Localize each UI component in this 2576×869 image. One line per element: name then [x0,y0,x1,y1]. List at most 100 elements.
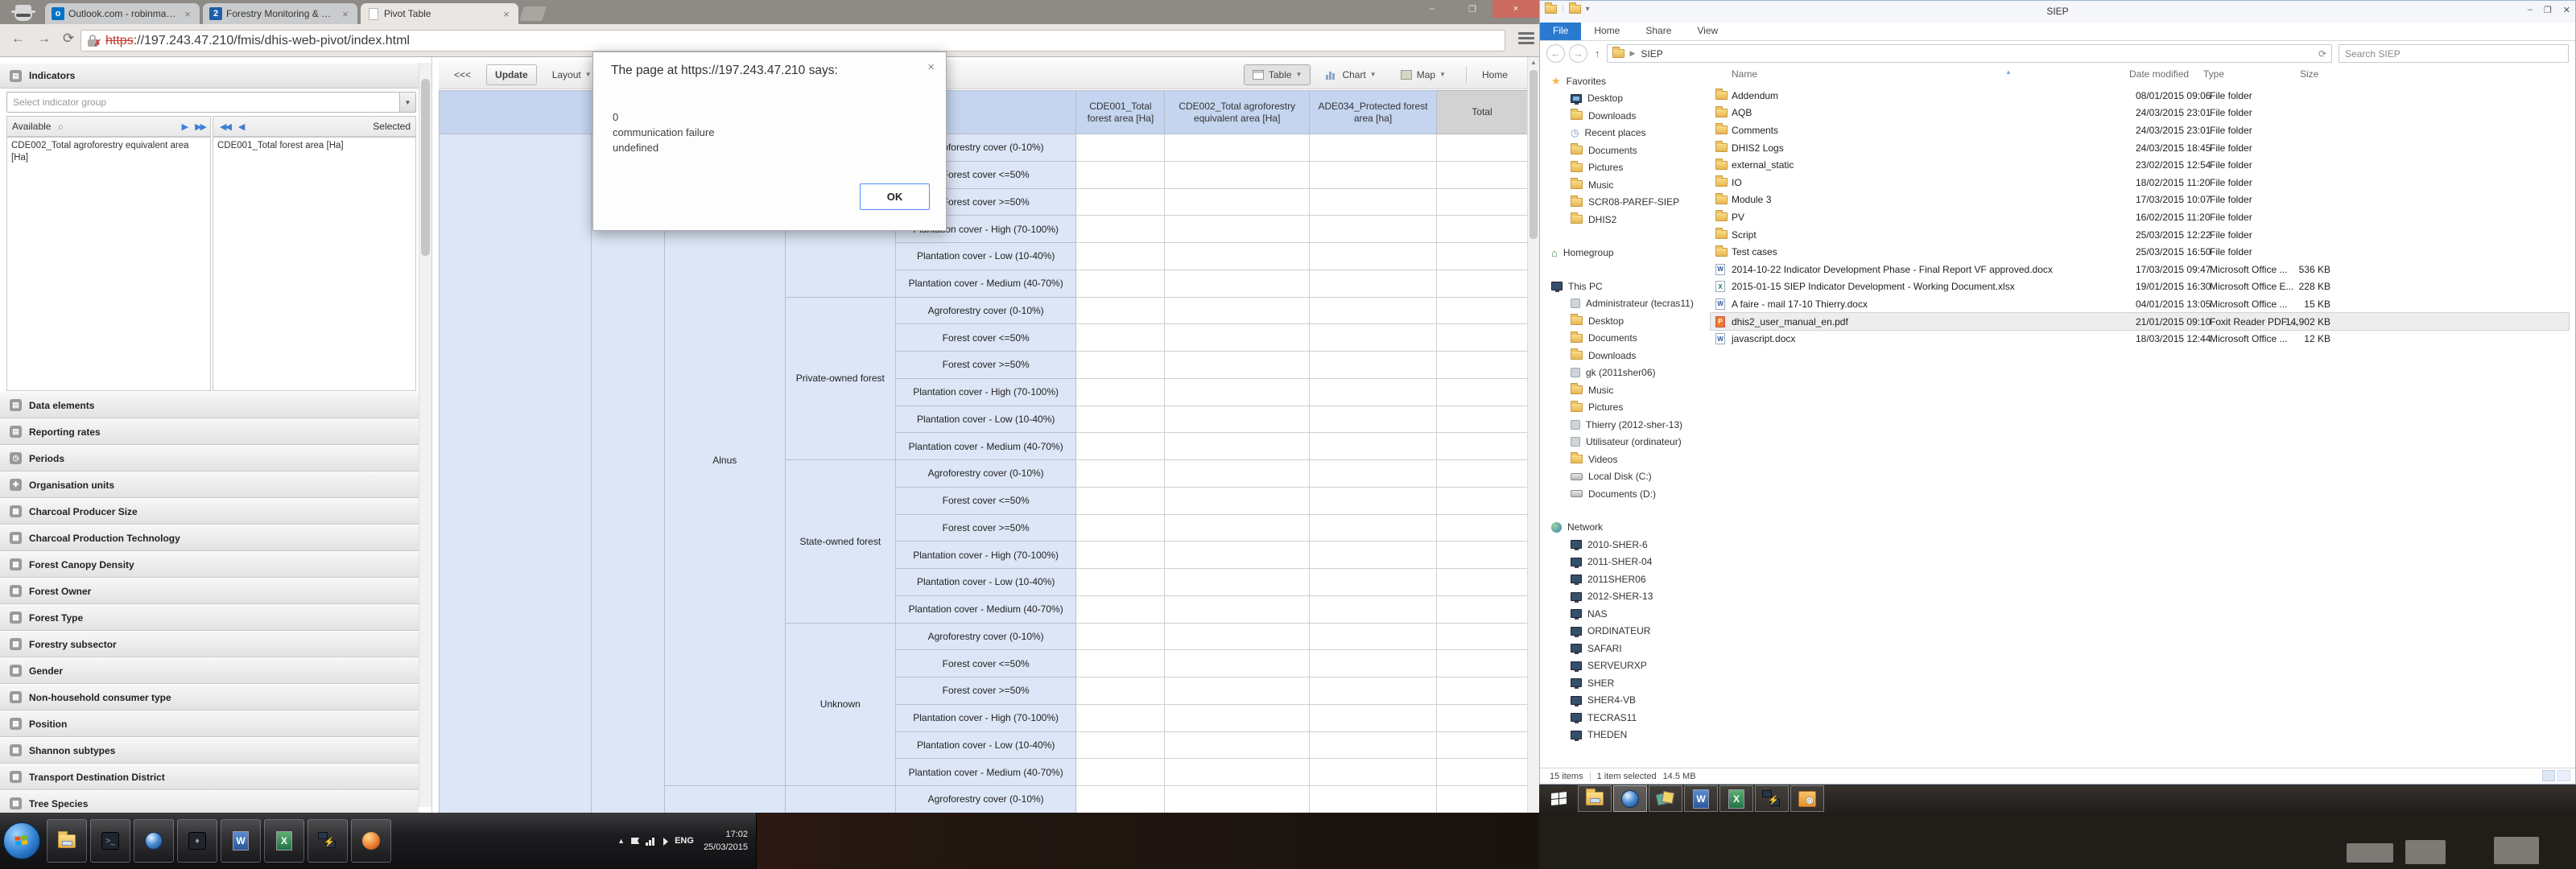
broken-lock-icon[interactable]: ✗ [88,35,98,47]
accordion-header-shannon-subtypes[interactable]: ▦Shannon subtypes [0,737,419,764]
breadcrumb[interactable]: ▶ SIEP ⟳ [1607,44,2333,63]
accordion-header-forest-type[interactable]: ▦Forest Type [0,604,419,631]
sidebar-item-documents-d-[interactable]: Documents (D:) [1540,485,1704,503]
sidebar-item-2010-sher-6[interactable]: 2010-SHER-6 [1540,536,1704,554]
accordion-header-indicators[interactable]: ▤ Indicators [0,63,419,89]
ribbon-tab-share[interactable]: Share [1633,23,1684,40]
minimize-button[interactable]: – [1412,0,1452,18]
tab-pivot-table[interactable]: Pivot Table × [361,3,518,24]
taskbar-app-word[interactable]: W [1684,785,1718,812]
taskbar-app-sphere-browser[interactable] [134,819,174,863]
forward-icon[interactable]: → [37,31,51,47]
file-row[interactable]: Pdhis2_user_manual_en.pdf21/01/2015 09:1… [1711,313,2569,331]
available-indicators-list[interactable]: CDE002_Total agroforestry equivalent are… [6,137,211,391]
move-left-icon[interactable]: ◀ [238,121,243,132]
taskbar-app-network-app[interactable]: ⚡ [1755,785,1789,812]
list-item[interactable]: CDE001_Total forest area [Ha] [217,140,411,152]
layout-button[interactable]: Layout▼ [543,64,601,85]
tab-outlook[interactable]: o Outlook.com - robinmarte × [45,3,200,24]
sidebar-item-this-pc[interactable]: This PC [1540,278,1704,295]
taskbar-app-sphere-browser[interactable] [1613,785,1647,812]
column-header-date[interactable]: Date modified [2129,68,2189,80]
sidebar-item-theden[interactable]: THEDEN [1540,727,1704,744]
sidebar-item-desktop[interactable]: Desktop [1540,90,1704,108]
list-item[interactable]: CDE002_Total agroforestry equivalent are… [11,140,206,164]
file-row[interactable]: Addendum08/01/2015 09:06File folder [1711,87,2569,105]
back-icon[interactable]: ← [1546,44,1565,63]
clock[interactable]: 17:02 25/03/2015 [704,828,748,855]
start-button[interactable] [1544,789,1575,809]
accordion-header-gender[interactable]: ▦Gender [0,657,419,684]
indicator-group-select[interactable]: Select indicator group ▼ [6,92,416,113]
sidebar-item-scr08-paref-siep[interactable]: SCR08-PAREF-SIEP [1540,194,1704,212]
column-header-type[interactable]: Type [2203,68,2224,80]
sidebar-item-pictures[interactable]: Pictures [1540,399,1704,417]
taskbar-app-console[interactable]: >_ [90,819,130,863]
taskbar-app-pictures[interactable] [1649,785,1682,812]
sidebar-item-administrateur-tecras11-[interactable]: Administrateur (tecras11) [1540,295,1704,313]
search-icon[interactable]: ⌕ [57,120,64,134]
maximize-button[interactable]: ❐ [2544,5,2552,15]
sidebar-item-serveurxp[interactable]: SERVEURXP [1540,657,1704,675]
ribbon-tab-file[interactable]: File [1540,23,1581,40]
file-row[interactable]: X2015-01-15 SIEP Indicator Development -… [1711,278,2569,296]
new-tab-button[interactable] [519,6,547,21]
sidebar-item-utilisateur-ordinateur-[interactable]: Utilisateur (ordinateur) [1540,434,1704,451]
network-icon[interactable] [646,836,657,846]
taskbar-app-orange-app[interactable] [351,819,391,863]
column-header-size[interactable]: Size [2300,68,2318,80]
sidebar-item-music[interactable]: Music [1540,176,1704,194]
sidebar-item-2011-sher-04[interactable]: 2011-SHER-04 [1540,554,1704,571]
sidebar-item-nas[interactable]: NAS [1540,605,1704,623]
ribbon-tab-home[interactable]: Home [1581,23,1633,40]
dialog-ok-button[interactable]: OK [860,183,930,210]
sidebar-item-desktop[interactable]: Desktop [1540,312,1704,330]
dialog-close-icon[interactable]: × [927,60,935,74]
tab-close-icon[interactable]: × [501,8,512,20]
chrome-menu-icon[interactable] [1518,32,1534,47]
action-center-icon[interactable] [631,838,639,844]
refresh-icon[interactable]: ⟳ [2318,48,2326,60]
sidebar-item-local-disk-c-[interactable]: Local Disk (C:) [1540,468,1704,486]
file-row[interactable]: WA faire - mail 17-10 Thierry.docx04/01/… [1711,295,2569,313]
accordion-header-periods[interactable]: ◷Periods [0,445,419,472]
file-row[interactable]: external_static23/02/2015 12:54File fold… [1711,156,2569,174]
map-mode-button[interactable]: Map▼ [1392,64,1455,85]
sidebar-item-2011sher06[interactable]: 2011SHER06 [1540,570,1704,588]
move-all-right-icon[interactable]: ▶▶ [195,121,205,132]
move-selected-right-icon[interactable]: ▶ [182,121,187,132]
chevron-down-icon[interactable]: ▼ [399,93,415,112]
file-row[interactable]: DHIS2 Logs24/03/2015 18:45File folder [1711,139,2569,157]
chart-mode-button[interactable]: Chart▼ [1317,64,1385,85]
accordion-header-data-elements[interactable]: ▤Data elements [0,392,419,418]
back-icon[interactable]: ← [11,31,25,47]
accordion-header-organisation-units[interactable]: ✚Organisation units [0,472,419,498]
taskbar-app-word[interactable]: W [221,819,261,863]
accordion-header-tree-species[interactable]: ▦Tree Species [0,790,419,813]
accordion-header-charcoal-producer-size[interactable]: ▦Charcoal Producer Size [0,498,419,525]
sidebar-scrollbar[interactable] [419,63,431,807]
taskbar-app-explorer[interactable] [1578,785,1612,812]
icons-view-button[interactable] [2557,770,2570,781]
home-button[interactable]: Home [1473,64,1517,85]
file-row[interactable]: AQB24/03/2015 23:01File folder [1711,105,2569,122]
up-icon[interactable]: ↑ [1595,47,1600,60]
forward-icon[interactable]: → [1569,44,1587,63]
accordion-header-non-household-consumer-type[interactable]: ▦Non-household consumer type [0,684,419,710]
sidebar-item-documents[interactable]: Documents [1540,330,1704,348]
taskbar-app-explorer[interactable] [47,819,87,863]
accordion-header-forest-canopy-density[interactable]: ▦Forest Canopy Density [0,551,419,578]
sidebar-item-network[interactable]: Network [1540,519,1704,537]
file-row[interactable]: IO18/02/2015 11:20File folder [1711,174,2569,192]
language-indicator[interactable]: ENG [675,836,694,846]
sidebar-item-safari[interactable]: SAFARI [1540,640,1704,657]
page-scrollbar[interactable]: ▲ [1527,57,1539,813]
breadcrumb-item[interactable]: SIEP [1641,48,1662,60]
taskbar-app-media[interactable]: ♦ [177,819,217,863]
search-input[interactable]: Search SIEP [2339,44,2569,63]
accordion-header-forestry-subsector[interactable]: ▦Forestry subsector [0,631,419,657]
close-button[interactable]: × [1492,0,1539,18]
tab-close-icon[interactable]: × [182,8,193,20]
taskbar-app-excel[interactable]: X [264,819,304,863]
accordion-header-transport-destination-district[interactable]: ▦Transport Destination District [0,764,419,790]
